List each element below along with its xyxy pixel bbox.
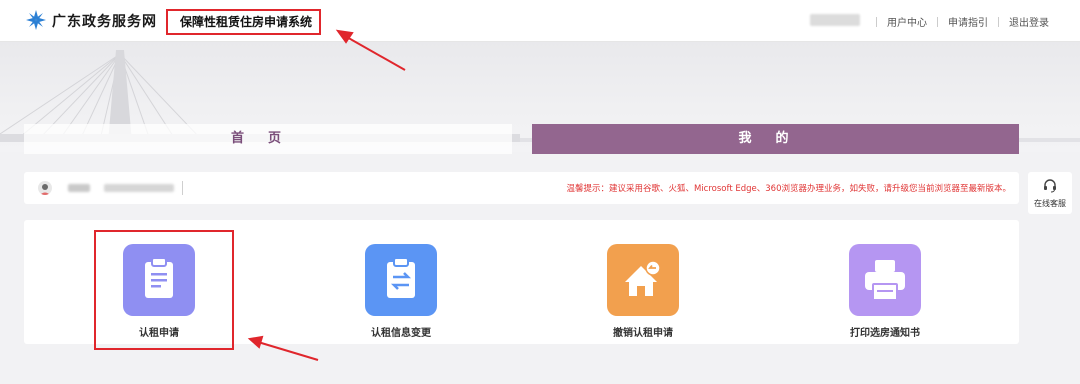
avatar[interactable] [38, 181, 52, 195]
divider [182, 181, 183, 195]
tab-home[interactable]: 首页 [24, 124, 512, 154]
user-center-link[interactable]: 用户中心 [887, 14, 927, 29]
clipboard-icon [145, 257, 173, 298]
card-label: 认租申请 [139, 328, 179, 339]
house-undo-icon [625, 260, 661, 296]
card-label: 撤销认租申请 [613, 328, 673, 339]
username-redacted [810, 14, 860, 26]
card-label: 打印选房通知书 [850, 328, 920, 339]
card-print-notice[interactable]: 打印选房通知书 [815, 244, 955, 344]
site-logo-icon[interactable] [26, 10, 46, 30]
services-panel: 认租申请 认租信息变更 撤销认租申请 打印选房通知书 [24, 220, 1019, 344]
card-cancel-rent-application[interactable]: 撤销认租申请 [573, 244, 713, 344]
card-icon-bg [849, 244, 921, 316]
browser-notice: 温馨提示：建议采用谷歌、火狐、Microsoft Edge、360浏览器办理业务… [566, 184, 1011, 194]
user-id-redacted [104, 184, 174, 192]
guide-link[interactable]: 申请指引 [948, 14, 988, 29]
headset-icon [1044, 179, 1056, 193]
top-header: 广东政务服务网 保障性租赁住房申请系统 用户中心 申请指引 退出登录 [0, 0, 1080, 42]
printer-icon [865, 260, 905, 301]
site-name[interactable]: 广东政务服务网 [52, 11, 157, 31]
card-icon-bg [607, 244, 679, 316]
user-name-redacted [68, 184, 90, 192]
tab-mine[interactable]: 我的 [532, 124, 1019, 154]
divider [937, 16, 938, 27]
user-info-bar: 温馨提示：建议采用谷歌、火狐、Microsoft Edge、360浏览器办理业务… [24, 172, 1019, 204]
online-service-label: 在线客服 [1034, 199, 1066, 208]
divider [876, 16, 877, 27]
avatar-icon [39, 184, 51, 195]
system-title: 保障性租赁住房申请系统 [166, 9, 321, 35]
divider [998, 16, 999, 27]
logout-link[interactable]: 退出登录 [1009, 14, 1049, 29]
card-rent-application[interactable]: 认租申请 [89, 244, 229, 344]
card-icon-bg [365, 244, 437, 316]
card-icon-bg [123, 244, 195, 316]
online-service-button[interactable]: 在线客服 [1028, 172, 1072, 214]
swap-clipboard-icon [387, 257, 415, 298]
card-label: 认租信息变更 [371, 328, 431, 339]
top-links: 用户中心 申请指引 退出登录 [866, 14, 1049, 29]
card-rent-info-change[interactable]: 认租信息变更 [331, 244, 471, 344]
